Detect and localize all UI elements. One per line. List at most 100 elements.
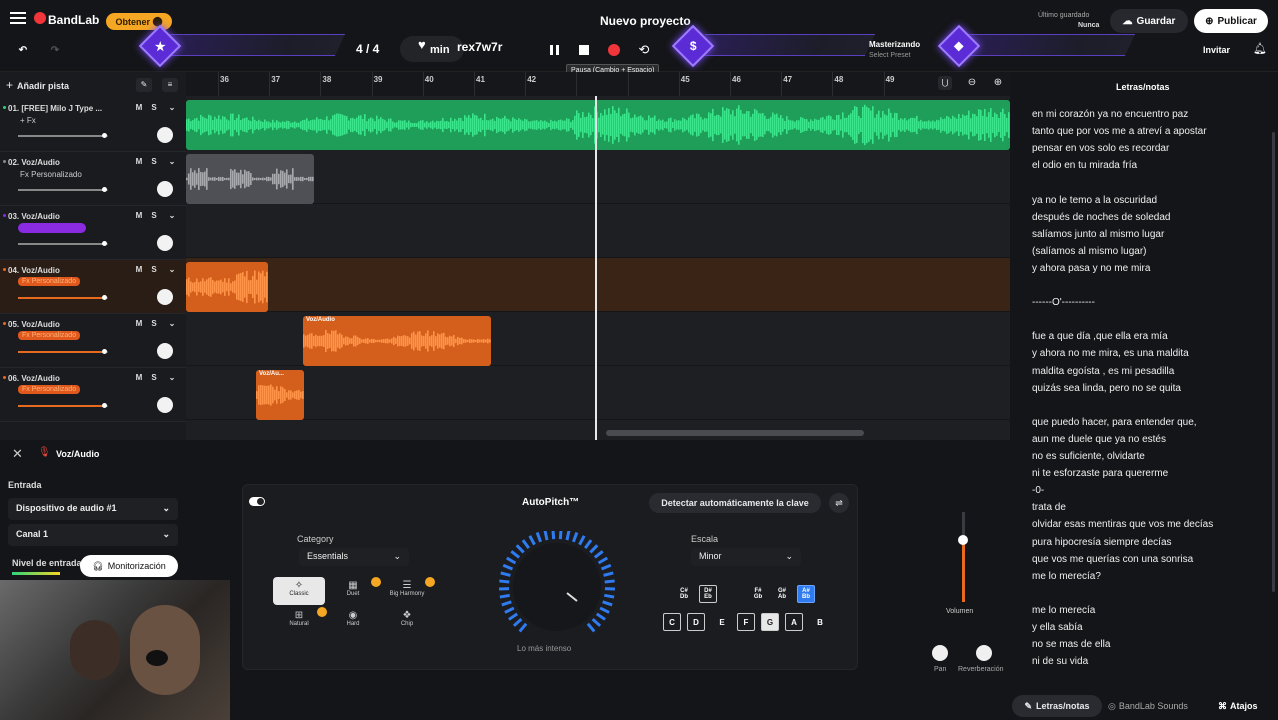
chevron-down-icon[interactable]: ⌄: [166, 211, 178, 222]
lyric-line[interactable]: y ahora pasa y no me mira: [1032, 263, 1150, 274]
lane-6[interactable]: Voz/Au...: [186, 366, 1010, 420]
playhead[interactable]: [595, 96, 597, 440]
lyric-line[interactable]: quizás sea linda, pero no se quita: [1032, 383, 1181, 394]
slider-handle[interactable]: [101, 349, 107, 354]
logo-text[interactable]: BandLab: [48, 13, 99, 27]
category-dropdown[interactable]: Essentials ⌄: [299, 548, 409, 566]
sharp-key[interactable]: C# Db: [675, 585, 693, 603]
add-track-button[interactable]: + Añadir pista: [6, 78, 69, 92]
slider-handle[interactable]: [101, 133, 107, 138]
project-title[interactable]: Nuevo proyecto: [600, 14, 691, 28]
natural-key[interactable]: G: [761, 613, 779, 631]
lyric-line[interactable]: pura hipocresía siempre decías: [1032, 537, 1172, 548]
sounds-tab[interactable]: ◎ BandLab Sounds: [1108, 701, 1188, 712]
zoom-out-icon[interactable]: ⊖: [965, 76, 979, 90]
intensity-knob[interactable]: [493, 531, 621, 641]
horizontal-scrollbar[interactable]: [606, 430, 864, 436]
close-icon[interactable]: ✕: [12, 446, 23, 462]
sharp-key[interactable]: D# Eb: [699, 585, 717, 603]
natural-key[interactable]: D: [687, 613, 705, 631]
track-header[interactable]: 02. Voz/Audio M S ⌄ Fx Personalizado: [0, 152, 186, 206]
timeline-ruler[interactable]: 36 37 38 39 40 41 42 45 46 47 48 49 ⋃ ⊖ ⊕: [186, 72, 1010, 96]
autopitch-toggle[interactable]: [249, 497, 265, 506]
track-fx-tag[interactable]: Fx Personalizado: [18, 277, 81, 286]
clip-voice-4[interactable]: [186, 262, 268, 312]
lyric-line[interactable]: después de noches de soledad: [1032, 212, 1170, 223]
lyric-line[interactable]: que puedo hacer, para entender que,: [1032, 417, 1197, 428]
redo-button[interactable]: ↷: [42, 39, 68, 61]
mastering-preset[interactable]: Select Preset: [869, 52, 911, 59]
track-name[interactable]: 04. Voz/Audio: [8, 266, 60, 275]
clip-voice-2[interactable]: [186, 154, 314, 204]
clip-voice-6[interactable]: Voz/Au...: [256, 370, 304, 420]
chevron-down-icon[interactable]: ⌄: [166, 265, 178, 276]
shortcuts-tab[interactable]: ⌘ Atajos: [1218, 701, 1258, 712]
lane-2[interactable]: [186, 150, 1010, 204]
mute-button[interactable]: M: [133, 265, 145, 276]
lyrics-tab[interactable]: ✎ Letras/notas: [1012, 695, 1102, 717]
preset-button[interactable]: ❖ Chip: [381, 607, 433, 635]
lyric-line[interactable]: salíamos junto al mismo lugar: [1032, 229, 1164, 240]
lyric-line[interactable]: ------O'----------: [1032, 297, 1095, 308]
lane-3[interactable]: [186, 204, 1010, 258]
lyric-line[interactable]: me lo merecía?: [1032, 571, 1101, 582]
lyric-line[interactable]: ni te esforzaste para quererme: [1032, 468, 1168, 479]
track-fx-tag[interactable]: Fx Personalizado: [18, 385, 81, 394]
natural-key[interactable]: E: [713, 613, 731, 631]
natural-key[interactable]: F: [737, 613, 755, 631]
preset-button[interactable]: ◉ Hard: [327, 607, 379, 635]
lyric-line[interactable]: aun me duele que ya no estés: [1032, 434, 1166, 445]
solo-button[interactable]: S: [148, 373, 160, 384]
clip-voice-5[interactable]: Voz/Audio: [303, 316, 491, 366]
lyric-line[interactable]: tanto que por vos me a atreví a apostar: [1032, 126, 1207, 137]
track-name[interactable]: 03. Voz/Audio: [8, 212, 60, 221]
publish-button[interactable]: ⊕ Publicar: [1194, 9, 1268, 33]
undo-button[interactable]: ↶: [10, 39, 36, 61]
natural-key[interactable]: B: [811, 613, 829, 631]
track-header[interactable]: 01. [FREE] Milo J Type ... M S ⌄ + Fx: [0, 98, 186, 152]
lyric-line[interactable]: el odio en tu mirada fría: [1032, 160, 1137, 171]
track-fx-tag[interactable]: Fx Personalizado: [18, 331, 81, 340]
track-name[interactable]: 06. Voz/Audio: [8, 374, 60, 383]
pan-knob[interactable]: [157, 181, 173, 197]
mute-button[interactable]: M: [133, 103, 145, 114]
pan-knob[interactable]: [932, 645, 948, 661]
preset-button[interactable]: ✧ Classic: [273, 577, 325, 605]
lyric-line[interactable]: no se mas de ella: [1032, 639, 1110, 650]
track-volume-slider[interactable]: [18, 241, 108, 246]
mute-button[interactable]: M: [133, 211, 145, 222]
reverb-knob[interactable]: [976, 645, 992, 661]
track-header[interactable]: 04. Voz/Audio M S ⌄ Fx Personalizado: [0, 260, 186, 314]
scale-dropdown[interactable]: Minor ⌄: [691, 548, 801, 566]
track-name[interactable]: 05. Voz/Audio: [8, 320, 60, 329]
lane-1[interactable]: [186, 96, 1010, 150]
lyric-line[interactable]: que vos me querías con una sonrisa: [1032, 554, 1193, 565]
solo-button[interactable]: S: [148, 157, 160, 168]
lyric-line[interactable]: y ella sabía: [1032, 622, 1083, 633]
settings-sliders-icon[interactable]: ⇌: [829, 493, 849, 513]
track-fx[interactable]: + Fx: [20, 116, 36, 125]
zoom-in-icon[interactable]: ⊕: [991, 76, 1005, 90]
channel-dropdown[interactable]: Canal 1 ⌄: [8, 524, 178, 546]
chevron-down-icon[interactable]: ⌄: [166, 319, 178, 330]
lyric-line[interactable]: pensar en vos solo es recordar: [1032, 143, 1169, 154]
lyric-line[interactable]: ya no le temo a la oscuridad: [1032, 195, 1157, 206]
pan-knob[interactable]: [157, 343, 173, 359]
solo-button[interactable]: S: [148, 103, 160, 114]
lane-5[interactable]: Voz/Audio: [186, 312, 1010, 366]
sharp-key[interactable]: A# Bb: [797, 585, 815, 603]
solo-button[interactable]: S: [148, 265, 160, 276]
natural-key[interactable]: C: [663, 613, 681, 631]
lyric-line[interactable]: -0-: [1032, 485, 1044, 496]
pan-knob[interactable]: [157, 235, 173, 251]
lyric-line[interactable]: olvidar esas mentiras que vos me decías: [1032, 519, 1213, 530]
lyric-line[interactable]: trata de: [1032, 502, 1066, 513]
mastering-label[interactable]: Masterizando: [869, 40, 920, 49]
slider-handle[interactable]: [101, 187, 107, 192]
pan-knob[interactable]: [157, 127, 173, 143]
bell-icon[interactable]: 🔔︎: [1253, 42, 1267, 55]
invite-button[interactable]: Invitar: [1203, 45, 1230, 55]
lyric-line[interactable]: no es suficiente, olvidarte: [1032, 451, 1145, 462]
time-signature[interactable]: 4 / 4: [356, 42, 379, 56]
mute-button[interactable]: M: [133, 319, 145, 330]
